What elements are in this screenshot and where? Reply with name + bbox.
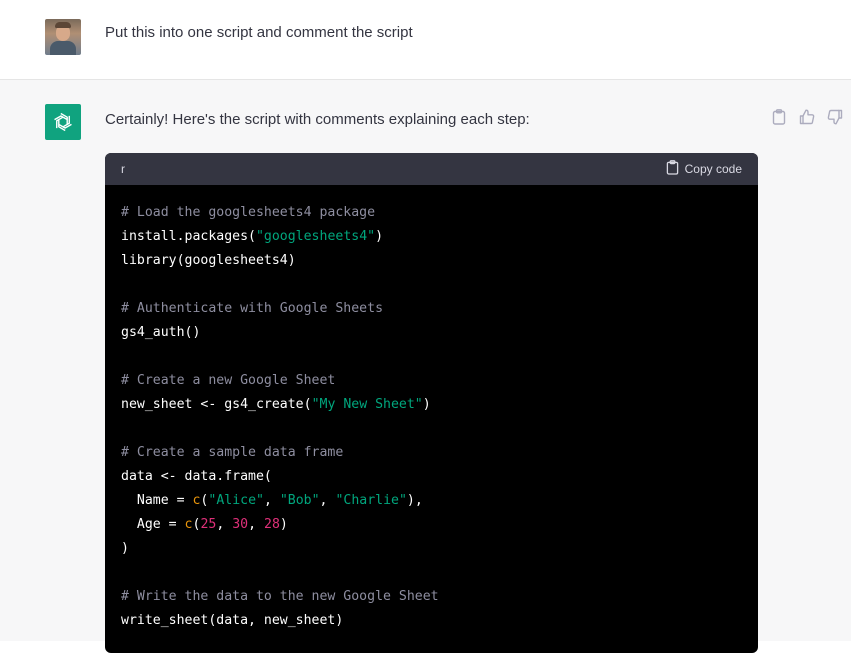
chatgpt-logo-icon: [45, 104, 81, 140]
user-avatar: [45, 19, 81, 55]
code-token-plain: new_sheet <- gs4_create(: [121, 397, 312, 412]
code-token-plain: install.packages(: [121, 229, 256, 244]
user-message-text: Put this into one script and comment the…: [105, 24, 413, 41]
code-token-plain: Name =: [121, 493, 193, 508]
code-token-plain: Age =: [121, 517, 185, 532]
code-line: # Create a new Google Sheet: [121, 369, 742, 393]
code-line: Name = c("Alice", "Bob", "Charlie"),: [121, 489, 742, 513]
clipboard-icon[interactable]: [770, 108, 788, 126]
code-line: write_sheet(data, new_sheet): [121, 609, 742, 633]
code-token-plain: ): [279, 517, 288, 532]
code-token-plain: ): [375, 229, 384, 244]
code-token-string: "Bob": [279, 493, 320, 508]
code-token-plain: data <- data.frame(: [121, 469, 272, 484]
copy-code-button[interactable]: Copy code: [666, 160, 742, 178]
code-line: new_sheet <- gs4_create("My New Sheet"): [121, 393, 742, 417]
code-block: r Copy code # Load the googlesheets4 pac…: [105, 153, 758, 653]
code-token-plain: gs4_auth(): [121, 325, 201, 340]
code-token-plain: ,: [248, 517, 264, 532]
code-token-comment: # Authenticate with Google Sheets: [121, 301, 384, 316]
code-token-plain: ): [121, 541, 129, 556]
code-token-number: 25: [200, 517, 217, 532]
assistant-message-row: Certainly! Here's the script with commen…: [0, 80, 851, 653]
code-line: ): [121, 537, 742, 561]
code-token-plain: ,: [216, 517, 233, 532]
code-token-plain: ): [422, 397, 431, 412]
message-actions: [770, 108, 844, 126]
copy-code-label: Copy code: [684, 162, 742, 176]
code-line: # Load the googlesheets4 package: [121, 201, 742, 225]
code-token-plain: ,: [319, 493, 336, 508]
code-token-comment: # Load the googlesheets4 package: [121, 205, 376, 220]
code-line: data <- data.frame(: [121, 465, 742, 489]
code-language-label: r: [121, 162, 125, 176]
code-token-string: "Alice": [208, 493, 264, 508]
code-token-string: "Charlie": [335, 493, 407, 508]
thumbs-up-icon[interactable]: [798, 108, 816, 126]
code-token-plain: ),: [406, 493, 423, 508]
code-token-plain: write_sheet(data, new_sheet): [121, 613, 344, 628]
code-token-number: 30: [232, 517, 249, 532]
code-block-header: r Copy code: [105, 153, 758, 185]
code-token-comment: # Write the data to the new Google Sheet: [121, 589, 439, 604]
code-line: Age = c(25, 30, 28): [121, 513, 742, 537]
code-line: library(googlesheets4): [121, 249, 742, 273]
code-token-string: "My New Sheet": [311, 397, 423, 412]
assistant-intro-text: Certainly! Here's the script with commen…: [105, 111, 530, 128]
code-body: # Load the googlesheets4 package install.…: [105, 185, 758, 633]
code-token-plain: library(googlesheets4): [121, 253, 296, 268]
code-token-comment: # Create a sample data frame: [121, 445, 344, 460]
code-token-string: "googlesheets4": [255, 229, 376, 244]
code-token-comment: # Create a new Google Sheet: [121, 373, 336, 388]
code-token-number: 28: [264, 517, 280, 532]
code-line: install.packages("googlesheets4"): [121, 225, 742, 249]
thumbs-down-icon[interactable]: [826, 108, 844, 126]
code-line: # Write the data to the new Google Sheet: [121, 585, 742, 609]
code-token-plain: ,: [263, 493, 280, 508]
code-line: # Create a sample data frame: [121, 441, 742, 465]
clipboard-icon: [666, 160, 679, 178]
user-message-row: Put this into one script and comment the…: [0, 0, 851, 80]
code-line: gs4_auth(): [121, 321, 742, 345]
code-line: # Authenticate with Google Sheets: [121, 297, 742, 321]
